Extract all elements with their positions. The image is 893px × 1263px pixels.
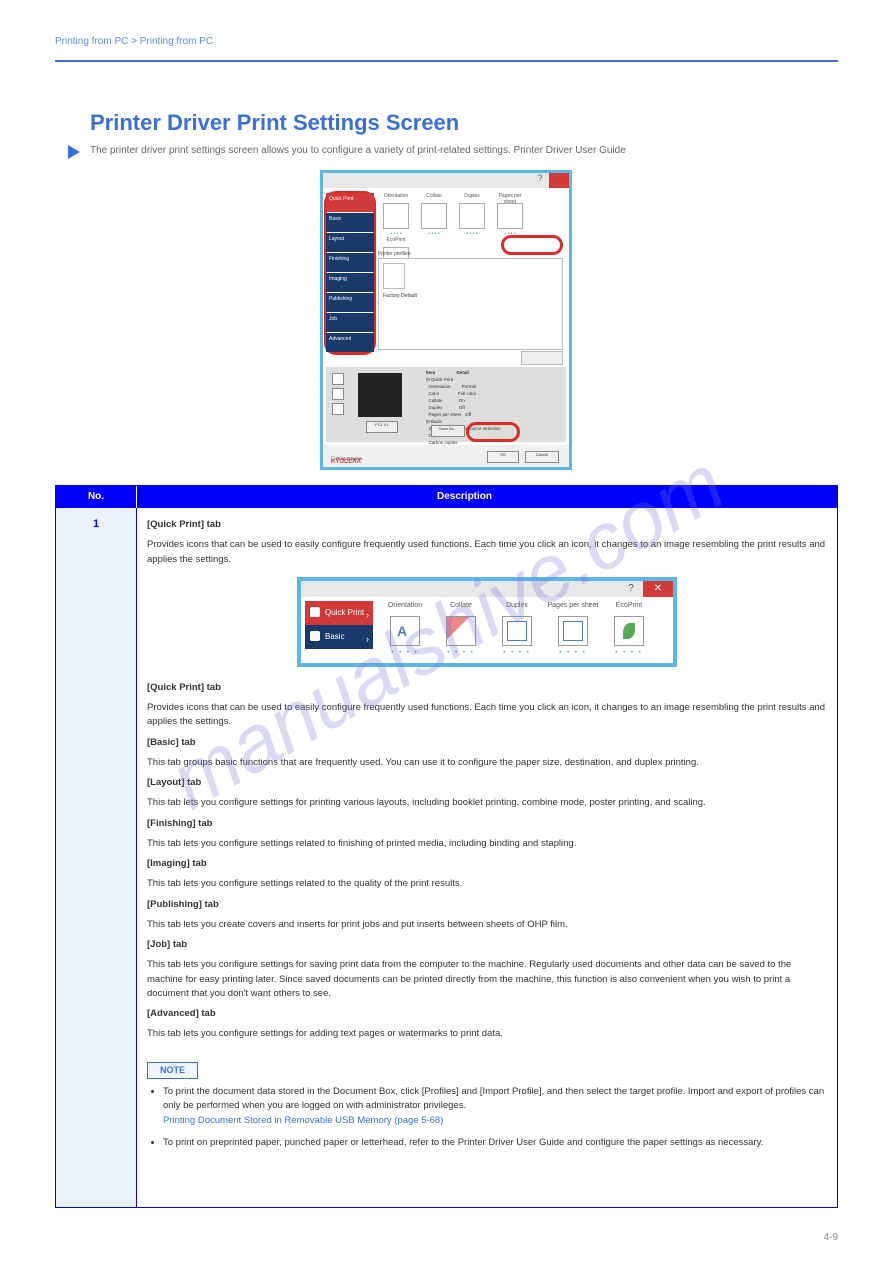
tab-advanced[interactable]: Advanced — [326, 333, 374, 352]
brand-label: KYOCERA — [331, 459, 361, 465]
cancel-button[interactable]: Cancel — [525, 451, 559, 463]
reference-link: Printing Document Stored in Removable US… — [163, 1115, 443, 1126]
apply-button[interactable] — [521, 351, 563, 365]
option-duplex[interactable]: Duplex• • • • — [454, 193, 490, 237]
dialog-lower-pane: PCL XL Item Detail ⊟ Quick Print Orienta… — [326, 367, 566, 442]
tab-quick-print[interactable]: Quick Print› — [305, 601, 373, 625]
section-subtitle: The printer driver print settings screen… — [90, 145, 626, 156]
profiles-button-callout[interactable] — [466, 422, 520, 442]
page-number: 4-9 — [824, 1232, 838, 1243]
row-number: 1 — [56, 518, 136, 530]
table-head-desc: Description — [137, 486, 492, 508]
tab-imaging[interactable]: Imaging — [326, 273, 374, 292]
section-title: Printer Driver Print Settings Screen — [90, 110, 459, 136]
dialog-quick-print-crop: ? ✕ Quick Print› Basic› Orientation• • •… — [297, 577, 677, 667]
close-icon[interactable] — [549, 173, 569, 188]
row-description: [Quick Print] tab Provides icons that ca… — [137, 508, 837, 1207]
option-orientation[interactable]: Orientation• • • • — [377, 601, 433, 658]
tab-basic[interactable]: Basic — [326, 213, 374, 232]
dialog-titlebar: ? — [323, 173, 569, 188]
profile-item[interactable] — [383, 263, 405, 289]
pcl-xl-button[interactable]: PCL XL — [366, 421, 398, 433]
option-pages-per-sheet[interactable]: Pages per sheet• • • • — [545, 601, 601, 658]
close-icon[interactable]: ✕ — [643, 581, 673, 597]
ok-button[interactable]: OK — [487, 451, 519, 463]
tab-publishing[interactable]: Publishing — [326, 293, 374, 312]
save-button-callout[interactable] — [501, 235, 563, 255]
note-block: NOTE To print the document data stored i… — [147, 1062, 827, 1151]
printer-profiles-label: Printer profiles: — [378, 251, 412, 257]
dialog-printing-preferences: ? Quick Print Basic Layout Finishing Ima… — [320, 170, 572, 470]
profile-caption: Factory Default — [383, 293, 562, 299]
arrow-icon — [68, 145, 80, 159]
preview-mode-icons[interactable] — [332, 373, 342, 418]
printer-profiles-box: Factory Default — [378, 258, 563, 350]
header-rule — [55, 60, 838, 62]
dialog-sidebar: Quick Print Basic Layout Finishing Imagi… — [326, 193, 374, 353]
help-icon[interactable]: ? — [621, 581, 641, 597]
tab-basic[interactable]: Basic› — [305, 625, 373, 649]
option-ecoprint[interactable]: EcoPrint• • • • — [601, 601, 657, 658]
option-orientation[interactable]: Orientation• • • • — [378, 193, 414, 237]
note-label: NOTE — [147, 1062, 198, 1080]
description-table: No. Description 1 [Quick Print] tab Prov… — [55, 485, 838, 1208]
breadcrumb: Printing from PC > Printing from PC — [55, 36, 213, 47]
save-as-button[interactable]: Save As... — [431, 425, 465, 437]
option-pages-per-sheet[interactable]: Pages per sheet• • • • — [492, 193, 528, 237]
table-head-no: No. — [56, 486, 137, 508]
option-collate[interactable]: Collate• • • • — [416, 193, 452, 237]
tab-layout[interactable]: Layout — [326, 233, 374, 252]
option-duplex[interactable]: Duplex• • • • — [489, 601, 545, 658]
option-collate[interactable]: Collate• • • • — [433, 601, 489, 658]
tab-finishing[interactable]: Finishing — [326, 253, 374, 272]
printer-image — [358, 373, 402, 417]
help-icon[interactable]: ? — [533, 173, 547, 188]
tab-quick-print[interactable]: Quick Print — [326, 193, 374, 212]
tab-job[interactable]: Job — [326, 313, 374, 332]
